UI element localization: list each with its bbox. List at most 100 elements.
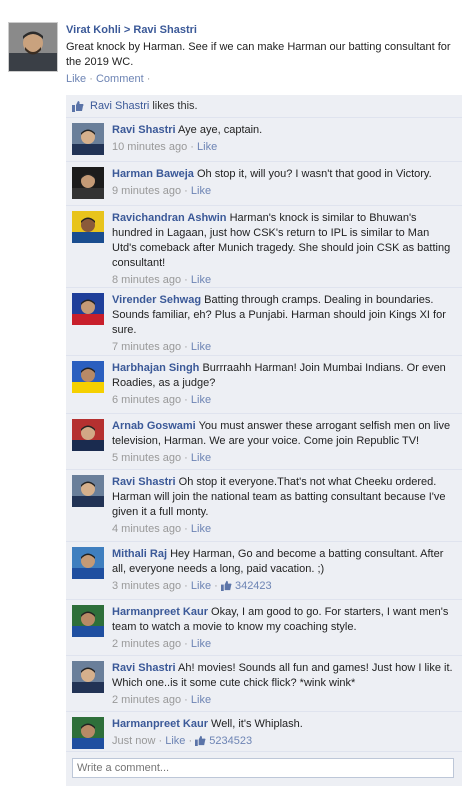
comment-item: Harman Baweja Oh stop it, will you? I wa… bbox=[66, 161, 462, 206]
thumbs-up-icon bbox=[195, 735, 206, 746]
write-comment-box bbox=[66, 751, 462, 786]
comment-author-link[interactable]: Ravichandran Ashwin bbox=[112, 212, 227, 224]
avatar[interactable] bbox=[72, 475, 104, 507]
post-body: Virat Kohli > Ravi Shastri Great knock b… bbox=[66, 24, 466, 85]
likes-suffix: likes this. bbox=[152, 100, 198, 112]
avatar[interactable] bbox=[8, 22, 58, 72]
comment-meta: 2 minutes ago · Like bbox=[112, 693, 454, 708]
separator-dot: · bbox=[184, 523, 188, 535]
comment-like-link[interactable]: Like bbox=[191, 185, 211, 197]
comment-body: Harmanpreet Kaur Okay, I am good to go. … bbox=[112, 605, 454, 652]
comment-author-link[interactable]: Virender Sehwag bbox=[112, 294, 201, 306]
comment-meta: 2 minutes ago · Like bbox=[112, 637, 454, 652]
avatar[interactable] bbox=[72, 547, 104, 579]
comment-like-count[interactable]: 5234523 bbox=[195, 735, 252, 747]
comment-like-link[interactable]: Like bbox=[197, 141, 217, 153]
avatar[interactable] bbox=[72, 167, 104, 199]
comment-author-link[interactable]: Harbhajan Singh bbox=[112, 362, 199, 374]
comment-like-link[interactable]: Like bbox=[191, 394, 211, 406]
comment-body: Ravi Shastri Oh stop it everyone.That's … bbox=[112, 475, 454, 537]
like-link[interactable]: Like bbox=[66, 73, 86, 85]
comment-item: Harmanpreet Kaur Well, it's Whiplash. Jus… bbox=[66, 711, 462, 752]
comment-meta: 3 minutes ago · Like · 342423 bbox=[112, 579, 454, 594]
post-actions: Like · Comment · bbox=[66, 73, 466, 85]
thumbs-up-icon bbox=[220, 580, 232, 591]
avatar[interactable] bbox=[72, 211, 104, 243]
likes-text: Ravi Shastri likes this. bbox=[90, 100, 198, 112]
comment-like-link[interactable]: Like bbox=[191, 452, 211, 464]
comment-timestamp: 2 minutes ago bbox=[112, 694, 182, 706]
comment-like-link[interactable]: Like bbox=[191, 341, 211, 353]
avatar[interactable] bbox=[72, 123, 104, 155]
comment-author-link[interactable]: Harmanpreet Kaur bbox=[112, 606, 208, 618]
comment-input[interactable] bbox=[72, 758, 454, 778]
comment-author-link[interactable]: Ravi Shastri bbox=[112, 124, 176, 136]
comment-like-link[interactable]: Like bbox=[165, 735, 185, 747]
comment-author-link[interactable]: Harmanpreet Kaur bbox=[112, 718, 208, 730]
comment-body: Harman Baweja Oh stop it, will you? I wa… bbox=[112, 167, 454, 199]
comment-item: Mithali Raj Hey Harman, Go and become a … bbox=[66, 541, 462, 600]
comment-like-link[interactable]: Like bbox=[191, 638, 211, 650]
comment-link[interactable]: Comment bbox=[96, 73, 144, 85]
comment-meta: 9 minutes ago · Like bbox=[112, 184, 454, 199]
comment-timestamp: Just now bbox=[112, 735, 156, 747]
avatar[interactable] bbox=[72, 605, 104, 637]
comment-body: Ravichandran Ashwin Harman's knock is si… bbox=[112, 211, 454, 288]
separator-dot: · bbox=[184, 185, 188, 197]
comment-author-link[interactable]: Ravi Shastri bbox=[112, 662, 176, 674]
comment-like-count[interactable]: 342423 bbox=[220, 580, 272, 592]
separator-dot: · bbox=[158, 735, 163, 747]
comment-author-link[interactable]: Mithali Raj bbox=[112, 548, 167, 560]
comment-body: Ravi Shastri Ah! movies! Sounds all fun … bbox=[112, 661, 454, 708]
separator-dot: · bbox=[214, 580, 218, 592]
comment-item: Ravi Shastri Aye aye, captain. 10 minutes… bbox=[66, 117, 462, 162]
comment-like-link[interactable]: Like bbox=[191, 274, 211, 286]
arrow-separator: > bbox=[123, 24, 131, 36]
comment-like-link[interactable]: Like bbox=[191, 694, 211, 706]
post-text: Great knock by Harman. See if we can mak… bbox=[66, 41, 451, 68]
separator-dot: · bbox=[184, 394, 188, 406]
comment-like-link[interactable]: Like bbox=[191, 523, 211, 535]
avatar[interactable] bbox=[72, 717, 104, 749]
post-author-link[interactable]: Virat Kohli bbox=[66, 24, 121, 36]
comment-item: Harmanpreet Kaur Okay, I am good to go. … bbox=[66, 599, 462, 656]
comment-timestamp: 4 minutes ago bbox=[112, 523, 182, 535]
comment-meta: 6 minutes ago · Like bbox=[112, 393, 454, 408]
separator-dot: · bbox=[184, 638, 188, 650]
comment-timestamp: 2 minutes ago bbox=[112, 638, 182, 650]
separator-dot: · bbox=[184, 274, 188, 286]
comment-body: Mithali Raj Hey Harman, Go and become a … bbox=[112, 547, 454, 594]
likes-bar: Ravi Shastri likes this. bbox=[66, 95, 462, 117]
comment-meta: 10 minutes ago · Like bbox=[112, 140, 454, 155]
separator-dot: · bbox=[184, 694, 188, 706]
comment-author-link[interactable]: Arnab Goswami bbox=[112, 420, 196, 432]
comment-meta: 8 minutes ago · Like bbox=[112, 273, 454, 288]
separator-dot: · bbox=[188, 735, 193, 747]
comment-timestamp: 8 minutes ago bbox=[112, 274, 182, 286]
comment-timestamp: 7 minutes ago bbox=[112, 341, 182, 353]
separator-dot: · bbox=[184, 452, 188, 464]
comment-body: Harbhajan Singh Burrraahh Harman! Join M… bbox=[112, 361, 454, 408]
avatar[interactable] bbox=[72, 661, 104, 693]
liker-link[interactable]: Ravi Shastri bbox=[90, 100, 149, 112]
comment-meta: 5 minutes ago · Like bbox=[112, 451, 454, 466]
like-count-value: 5234523 bbox=[209, 735, 253, 747]
separator-dot: · bbox=[89, 73, 93, 85]
comment-text: Well, it's Whiplash. bbox=[211, 718, 303, 730]
post-target-link[interactable]: Ravi Shastri bbox=[133, 24, 197, 36]
comment-author-link[interactable]: Harman Baweja bbox=[112, 168, 194, 180]
comment-author-link[interactable]: Ravi Shastri bbox=[112, 476, 176, 488]
comment-like-link[interactable]: Like bbox=[191, 580, 211, 592]
comment-item: Ravi Shastri Oh stop it everyone.That's … bbox=[66, 469, 462, 542]
avatar[interactable] bbox=[72, 419, 104, 451]
comment-meta: Just now · Like · 5234523 bbox=[112, 734, 454, 749]
comment-body: Ravi Shastri Aye aye, captain. 10 minutes… bbox=[112, 123, 454, 155]
comment-timestamp: 6 minutes ago bbox=[112, 394, 182, 406]
comment-timestamp: 10 minutes ago bbox=[112, 141, 188, 153]
comment-item: Arnab Goswami You must answer these arro… bbox=[66, 413, 462, 470]
avatar[interactable] bbox=[72, 293, 104, 325]
avatar[interactable] bbox=[72, 361, 104, 393]
comment-timestamp: 9 minutes ago bbox=[112, 185, 182, 197]
separator-dot: · bbox=[146, 73, 151, 85]
comment-item: Harbhajan Singh Burrraahh Harman! Join M… bbox=[66, 355, 462, 414]
